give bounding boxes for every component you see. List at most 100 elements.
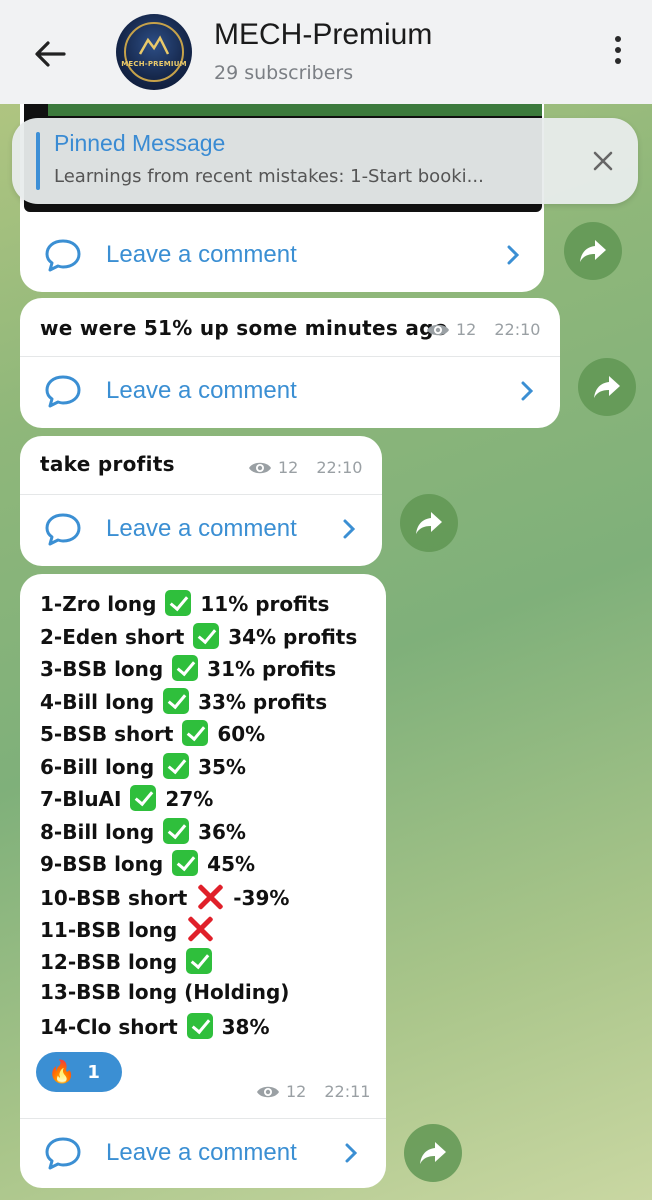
check-mark-icon [172,850,199,876]
chevron-right-icon [345,1143,358,1163]
comment-bubble-icon [45,1137,81,1170]
trade-line: 6-Bill long 35% [40,752,246,779]
trade-line: 11-BSB long [40,915,216,943]
subscriber-count: 29 subscribers [214,62,354,84]
share-button[interactable] [404,1124,462,1182]
pinned-accent-bar [36,132,40,190]
pinned-preview-text: Learnings from recent mistakes: 1-Start … [54,166,484,187]
share-arrow-icon [416,512,442,534]
trade-line: 12-BSB long [40,947,214,974]
comment-bubble-icon [45,375,81,408]
chevron-right-icon [507,245,520,265]
leave-comment-label: Leave a comment [106,1139,297,1166]
trade-result: 33% profits [198,689,328,714]
trade-label: 6-Bill long [40,754,155,779]
message-text: take profits [40,452,175,476]
trade-result: 11% profits [200,592,330,616]
trade-result: 60% [217,722,266,746]
message-time: 22:10 [494,320,541,339]
trade-result: 35% [198,754,246,779]
message-text: we were 51% up some minutes ago [40,316,448,340]
back-arrow-icon[interactable] [30,34,70,74]
check-mark-icon [163,752,190,779]
comment-row[interactable]: Leave a comment [20,1118,386,1188]
trade-label: 3-BSB long [40,657,164,681]
trade-line: 3-BSB long 31% profits [40,655,336,681]
trade-line: 9-BSB long 45% [40,850,255,876]
trade-result: 31% profits [207,657,337,681]
cross-mark-icon [186,915,214,943]
logo-emblem-icon [138,35,170,55]
check-mark-icon [172,655,199,681]
message-meta: 12 22:10 [248,458,362,477]
view-count: 12 [456,320,477,339]
comment-row[interactable]: Leave a comment [20,356,560,426]
trade-line: 10-BSB short -39% [40,883,289,911]
trade-line: 7-BluAI 27% [40,785,213,811]
reaction-count: 1 [87,1061,100,1083]
trade-line: 1-Zro long 11% profits [40,590,329,616]
message-bubble: we were 51% up some minutes ago 12 22:10… [20,298,560,428]
share-arrow-icon [580,240,606,262]
trade-label: 11-BSB long [40,918,178,942]
message-meta: 12 22:10 [426,320,540,339]
trade-line: 5-BSB short 60% [40,720,265,746]
check-mark-icon [163,817,190,844]
trade-label: 5-BSB short [40,722,174,746]
share-arrow-icon [420,1142,446,1164]
more-options-icon[interactable] [612,36,624,72]
views-eye-icon [249,462,271,473]
trade-label: 7-BluAI [40,787,122,811]
fire-emoji-icon: 🔥 [48,1059,76,1085]
share-arrow-icon [594,376,620,398]
views-eye-icon [427,324,449,335]
trade-label: 14-Clo short [40,1014,178,1039]
pinned-message-bar[interactable]: Pinned Message Learnings from recent mis… [12,118,638,204]
trade-label: 1-Zro long [40,592,157,616]
pinned-title: Pinned Message [54,130,226,156]
trade-label: 2-Eden short [40,624,185,649]
trade-result: 27% [165,787,214,811]
trade-line: 8-Bill long 36% [40,817,246,844]
share-button[interactable] [400,494,458,552]
trade-label: 9-BSB long [40,852,164,876]
chat-header: MECH-PREMIUM MECH-Premium 29 subscribers [0,0,652,104]
leave-comment-label: Leave a comment [106,515,297,542]
message-bubble: take profits 12 22:10 Leave a comment [20,436,382,566]
trade-label: 4-Bill long [40,689,155,714]
comment-row[interactable]: Leave a comment [20,494,382,564]
comment-row[interactable]: Leave a comment [20,220,544,290]
reaction-fire-button[interactable]: 🔥 1 [36,1052,122,1092]
share-button[interactable] [578,358,636,416]
comment-bubble-icon [45,239,81,272]
trade-result: 36% [198,819,246,844]
trade-label: 12-BSB long [40,949,178,974]
trade-line: 2-Eden short 34% profits [40,622,358,649]
trade-label: 13-BSB long (Holding) [40,980,290,1004]
leave-comment-label: Leave a comment [106,377,297,404]
chevron-right-icon [343,519,356,539]
trade-result: 34% profits [228,624,358,649]
close-icon[interactable] [590,148,616,174]
message-meta: 12 22:11 [256,1082,370,1101]
channel-title[interactable]: MECH-Premium [214,18,432,52]
view-count: 12 [286,1082,307,1101]
message-time: 22:11 [324,1082,371,1101]
trade-label: 8-Bill long [40,819,155,844]
message-time: 22:10 [316,458,363,477]
check-mark-icon [186,947,213,974]
check-mark-icon [163,687,190,714]
check-mark-icon [182,720,209,746]
chevron-right-icon [521,381,534,401]
message-bubble-trades: 1-Zro long 11% profits 2-Eden short 34% p… [20,574,386,1188]
comment-bubble-icon [45,513,81,546]
channel-avatar[interactable]: MECH-PREMIUM [116,14,192,90]
check-mark-icon [186,1012,213,1039]
views-eye-icon [257,1086,279,1097]
cross-mark-icon [196,883,224,911]
share-button[interactable] [564,222,622,280]
check-mark-icon [130,785,157,811]
trade-result: 45% [207,852,256,876]
trade-result: 38% [221,1014,270,1039]
view-count: 12 [278,458,299,477]
